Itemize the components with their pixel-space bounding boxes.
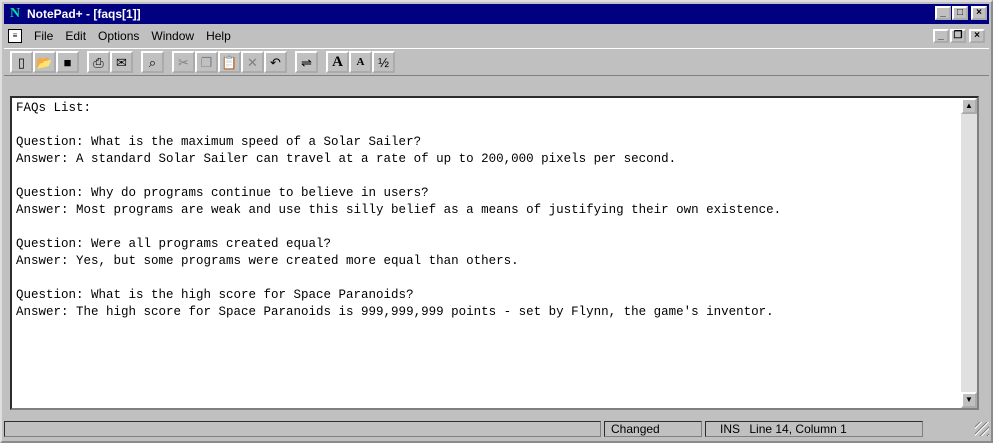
menu-help[interactable]: Help bbox=[200, 29, 237, 43]
menu-bar: ≡ File Edit Options Window Help _ ❐ × bbox=[4, 26, 989, 46]
editor-line: Answer: A standard Solar Sailer can trav… bbox=[16, 152, 677, 166]
close-button[interactable]: × bbox=[971, 6, 987, 20]
scroll-up-icon[interactable]: ▲ bbox=[961, 98, 977, 114]
doc-minimize-button[interactable]: _ bbox=[933, 29, 949, 43]
app-icon: N bbox=[9, 6, 21, 21]
status-position-panel: INS Line 14, Column 1 bbox=[705, 421, 923, 437]
resize-grip-icon[interactable] bbox=[975, 422, 989, 436]
status-cursor-position: Line 14, Column 1 bbox=[749, 422, 847, 436]
menu-window[interactable]: Window bbox=[145, 29, 200, 43]
editor-line: Question: Were all programs created equa… bbox=[16, 237, 332, 251]
print-icon[interactable]: ⎙ bbox=[87, 51, 110, 73]
menu-file[interactable]: File bbox=[28, 29, 59, 43]
open-folder-icon[interactable]: 📂 bbox=[33, 51, 56, 73]
menu-options[interactable]: Options bbox=[92, 29, 145, 43]
editor-content[interactable]: FAQs List: Question: What is the maximum… bbox=[16, 100, 957, 408]
copy-icon[interactable]: ❐ bbox=[195, 51, 218, 73]
app-window: N NotePad+ - [faqs[1]] _ □ × ≡ File Edit… bbox=[0, 0, 993, 443]
editor-line: Answer: Yes, but some programs were crea… bbox=[16, 254, 519, 268]
save-disk-icon[interactable]: ■ bbox=[56, 51, 79, 73]
vertical-scrollbar[interactable]: ▲ ▼ bbox=[961, 98, 977, 408]
status-insert-mode: INS bbox=[720, 422, 741, 436]
new-document-icon[interactable]: ▯ bbox=[10, 51, 33, 73]
font-smaller-icon[interactable]: A bbox=[349, 51, 372, 73]
mail-icon[interactable]: ✉ bbox=[110, 51, 133, 73]
document-icon[interactable]: ≡ bbox=[8, 29, 22, 43]
menu-edit[interactable]: Edit bbox=[59, 29, 92, 43]
fraction-icon[interactable]: ½ bbox=[372, 51, 395, 73]
editor-line: Question: What is the maximum speed of a… bbox=[16, 135, 422, 149]
status-message-panel bbox=[4, 421, 601, 437]
editor-line: FAQs List: bbox=[16, 101, 92, 115]
toolbar: ▯ 📂 ■ ⎙ ✉ ⌕ ✂ ❐ 📋 ✕ ↶ ⇌ A A ½ bbox=[4, 48, 989, 76]
title-bar[interactable]: N NotePad+ - [faqs[1]] _ □ × bbox=[4, 4, 989, 24]
delete-icon[interactable]: ✕ bbox=[241, 51, 264, 73]
font-larger-icon[interactable]: A bbox=[326, 51, 349, 73]
doc-close-button[interactable]: × bbox=[969, 29, 985, 43]
undo-icon[interactable]: ↶ bbox=[264, 51, 287, 73]
doc-restore-button[interactable]: ❐ bbox=[950, 29, 966, 43]
status-changed: Changed bbox=[604, 421, 702, 437]
find-binoculars-icon[interactable]: ⌕ bbox=[141, 51, 164, 73]
cut-icon[interactable]: ✂ bbox=[172, 51, 195, 73]
window-controls: _ □ × bbox=[934, 6, 987, 20]
scroll-down-icon[interactable]: ▼ bbox=[961, 392, 977, 408]
editor-line: Question: Why do programs continue to be… bbox=[16, 186, 429, 200]
window-title: NotePad+ - [faqs[1]] bbox=[27, 7, 141, 21]
maximize-button[interactable]: □ bbox=[952, 6, 968, 20]
paste-icon[interactable]: 📋 bbox=[218, 51, 241, 73]
editor-line: Answer: Most programs are weak and use t… bbox=[16, 203, 782, 217]
text-editor[interactable]: FAQs List: Question: What is the maximum… bbox=[10, 96, 979, 410]
editor-line: Answer: The high score for Space Paranoi… bbox=[16, 305, 774, 319]
document-window-controls: _ ❐ × bbox=[932, 29, 985, 43]
word-wrap-icon[interactable]: ⇌ bbox=[295, 51, 318, 73]
status-bar: Changed INS Line 14, Column 1 bbox=[4, 419, 989, 439]
minimize-button[interactable]: _ bbox=[935, 6, 951, 20]
editor-line: Question: What is the high score for Spa… bbox=[16, 288, 414, 302]
